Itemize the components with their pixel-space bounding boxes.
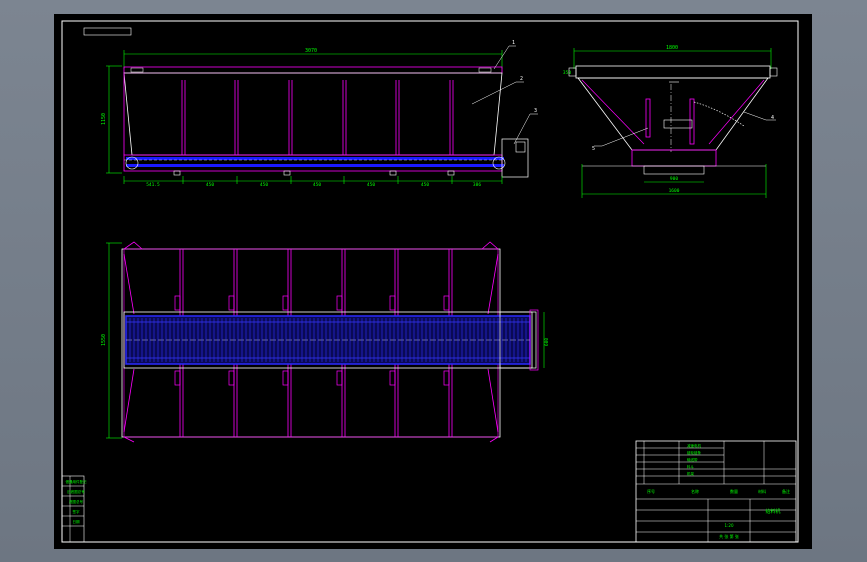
revision-panel: 借通用件登记 旧底图总号 底图总号 签字 日期 [61,475,87,543]
drawing-sheet: 共 张 第 张 [719,533,739,539]
drive-unit [501,138,529,178]
dim-top-width: 1800 [666,45,678,51]
dim-left-offset: 350 [563,70,571,76]
dim-bay-2: 450 [206,182,214,188]
side-view: 1800 350 900 1600 4 5 [563,45,778,198]
header-name: 名称 [691,488,699,494]
front-view: 3070 1150 541.5 450 450 450 450 450 386 … [101,40,538,188]
dim-bay-6: 450 [421,182,429,188]
corner-stamp [83,27,132,36]
dim-bay-4: 450 [313,182,321,188]
side-base [631,149,717,167]
part-row-2: 链轮链条 [687,450,701,455]
rev-label-2: 旧底图总号 [67,489,85,494]
hopper-top-rail [123,66,503,74]
front-conveyor [123,154,506,172]
balloon-2: 2 [520,76,523,82]
dim-plan-width: 1550 [101,334,107,346]
rev-label-1: 借通用件登记 [66,479,87,484]
part-row-3: 输送带 [687,457,698,462]
part-row-4: 料斗 [687,464,695,469]
cad-viewport[interactable]: 3070 1150 541.5 450 450 450 450 450 386 … [54,14,812,549]
rev-label-3: 底图总号 [69,499,83,504]
dim-height: 1150 [101,113,107,125]
side-leaders [594,111,776,147]
hopper-stiffeners [181,80,454,155]
dim-outlet: 600 [544,338,550,346]
rev-label-5: 日期 [73,519,80,524]
hopper-body [123,72,503,156]
dim-base-width: 1600 [669,188,680,194]
dim-bay-3: 450 [260,182,268,188]
sheet-border [61,20,799,543]
drawing-canvas: 3070 1150 541.5 450 450 450 450 450 386 … [61,20,799,543]
part-row-1: 减速电机 [687,443,701,448]
balloon-4: 4 [771,115,774,121]
header-material: 材料 [758,488,766,494]
header-remark: 备注 [782,488,790,494]
dim-bay-5: 450 [367,182,375,188]
rev-label-4: 签字 [73,509,80,514]
balloon-3: 3 [534,108,537,114]
drawing-scale: 1:20 [725,523,734,528]
dim-bottom-width: 900 [670,176,678,182]
side-top-frame [575,65,771,79]
dim-bay-1: 541.5 [146,182,160,188]
balloon-5: 5 [592,146,595,152]
header-qty: 数量 [730,488,738,494]
front-leaders [471,45,538,145]
dim-overall-length: 3070 [305,48,317,54]
dim-bay-7: 386 [473,182,481,188]
plan-view: 1550 600 [101,241,550,443]
part-row-5: 机架 [687,471,695,476]
plan-conveyor [123,309,539,371]
header-no: 序号 [647,488,655,494]
title-block: 减速电机 链轮链条 输送带 料斗 机架 序号 名称 数量 材料 备注 给料机 1… [635,440,797,543]
side-hopper [577,77,769,151]
drawing-title: 给料机 [765,508,780,515]
balloon-1: 1 [512,40,515,46]
